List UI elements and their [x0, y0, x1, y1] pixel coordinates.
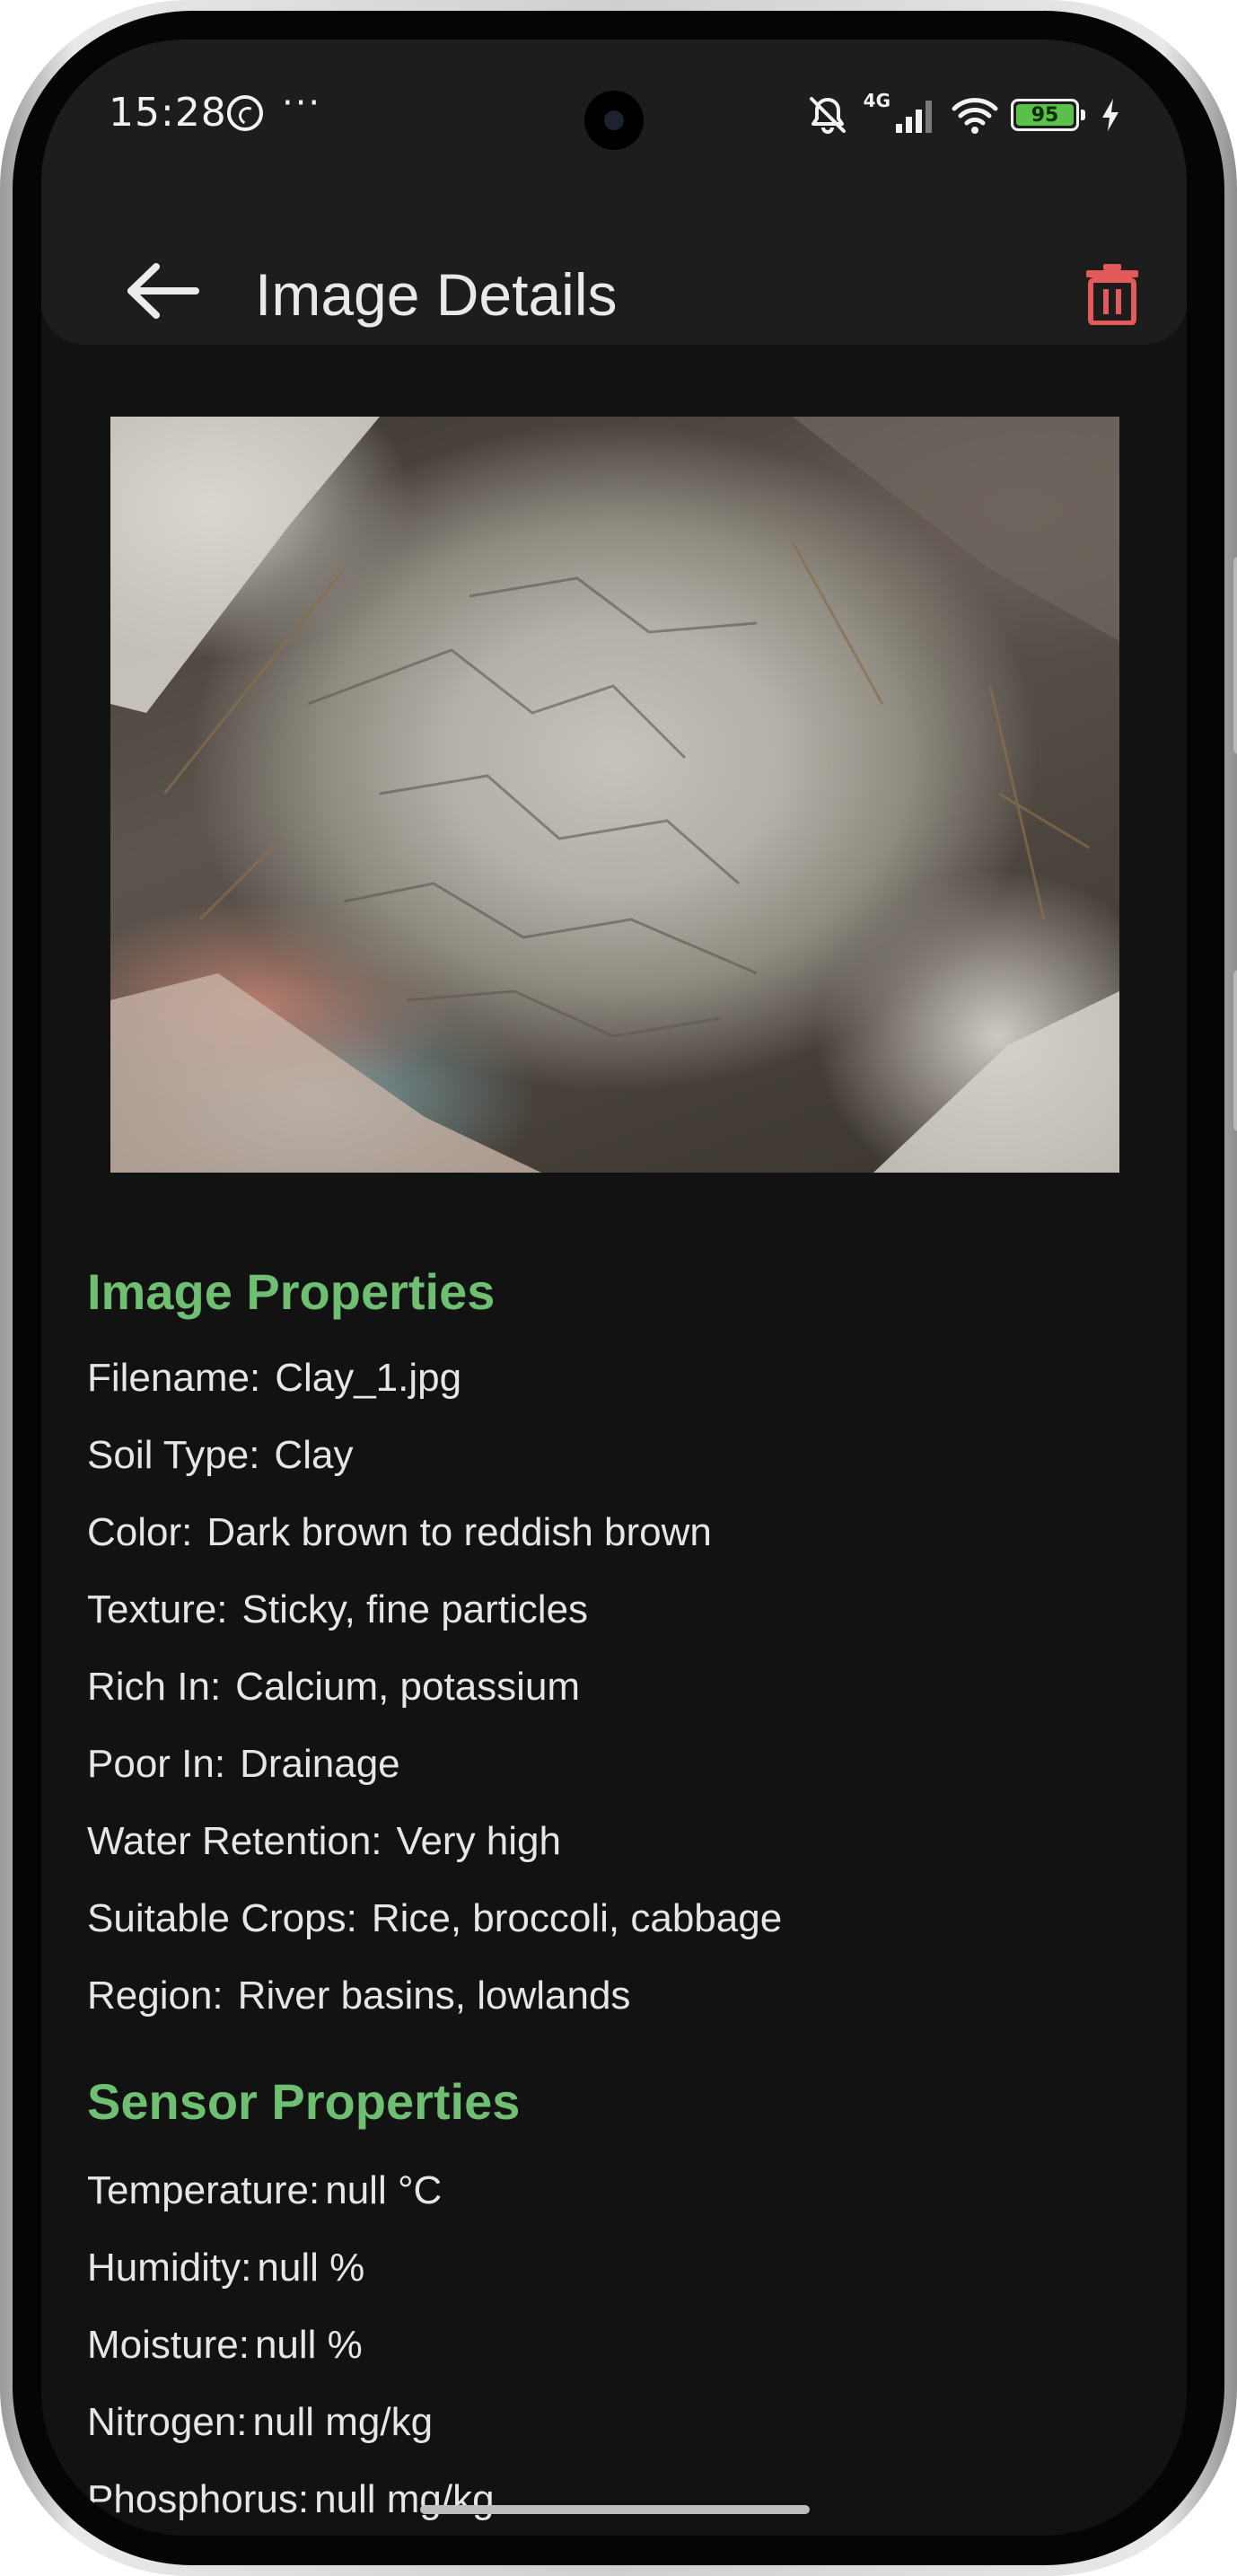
property-row: Phosphorus: null mg/kg — [87, 2461, 495, 2536]
property-label: Temperature: — [87, 2168, 320, 2212]
soil-photo — [110, 417, 1119, 1173]
property-label: Color: — [87, 1510, 193, 1554]
property-row: Nitrogen: null mg/kg — [87, 2384, 495, 2461]
sensor-properties-list: Temperature: null °C Humidity: null % Moistu… — [87, 2152, 495, 2536]
battery-level: 95 — [1016, 104, 1074, 127]
volume-button — [1233, 557, 1237, 754]
property-label: Phosphorus: — [87, 2477, 310, 2521]
property-value: Clay_1.jpg — [275, 1356, 462, 1400]
network-type: 4G — [863, 90, 890, 111]
trash-icon — [1086, 264, 1138, 325]
image-properties-list: Filename: Clay_1.jpg Soil Type: Clay Color: D… — [87, 1340, 782, 2035]
property-label: Rich In: — [87, 1665, 222, 1709]
property-row: Temperature: null °C — [87, 2152, 495, 2229]
property-value: null °C — [325, 2168, 443, 2212]
back-button[interactable] — [122, 255, 203, 327]
page-title: Image Details — [255, 261, 618, 328]
whatsapp-icon — [227, 95, 263, 131]
property-value: Clay — [274, 1433, 354, 1477]
property-label: Humidity: — [87, 2246, 252, 2290]
soil-texture — [110, 417, 1119, 1173]
power-button — [1233, 970, 1237, 1131]
property-label: Water Retention: — [87, 1819, 382, 1863]
property-row: Texture: Sticky, fine particles — [87, 1571, 782, 1648]
property-label: Nitrogen: — [87, 2400, 248, 2444]
top-app-bar: 15:28 ··· 4G 95 Image Details — [41, 40, 1187, 345]
screen: 15:28 ··· 4G 95 Image Details Image Prop… — [41, 40, 1187, 2536]
property-row: Color: Dark brown to reddish brown — [87, 1494, 782, 1571]
property-label: Region: — [87, 1974, 224, 2018]
image-properties-title: Image Properties — [87, 1263, 496, 1320]
property-value: Drainage — [240, 1742, 400, 1786]
property-label: Moisture: — [87, 2323, 250, 2367]
property-value: Calcium, potassium — [235, 1665, 581, 1709]
property-value: null mg/kg — [314, 2477, 495, 2521]
phone-frame: 15:28 ··· 4G 95 Image Details Image Prop… — [0, 0, 1237, 2576]
bell-muted-icon — [809, 97, 846, 134]
signal-icon — [896, 101, 932, 133]
property-value: Dark brown to reddish brown — [206, 1510, 712, 1554]
property-value: River basins, lowlands — [237, 1974, 631, 2018]
property-value: Rice, broccoli, cabbage — [371, 1896, 783, 1940]
property-label: Poor In: — [87, 1742, 226, 1786]
property-value: null % — [254, 2323, 363, 2367]
battery-indicator: 95 — [1011, 99, 1085, 131]
property-label: Suitable Crops: — [87, 1896, 357, 1940]
status-icons: 4G 95 — [804, 90, 1122, 140]
property-row: Soil Type: Clay — [87, 1417, 782, 1494]
arrow-left-icon — [127, 263, 199, 319]
property-value: Sticky, fine particles — [241, 1587, 589, 1631]
status-time: 15:28 — [109, 90, 227, 136]
property-row: Rich In: Calcium, potassium — [87, 1648, 782, 1726]
property-row: Suitable Crops: Rice, broccoli, cabbage — [87, 1880, 782, 1957]
property-row: Filename: Clay_1.jpg — [87, 1340, 782, 1417]
property-row: Region: River basins, lowlands — [87, 1957, 782, 2035]
property-row: Water Retention: Very high — [87, 1803, 782, 1880]
property-label: Texture: — [87, 1587, 228, 1631]
property-row: Moisture: null % — [87, 2307, 495, 2384]
status-more: ··· — [282, 83, 322, 124]
property-value: null % — [257, 2246, 365, 2290]
home-indicator[interactable] — [420, 2505, 810, 2514]
front-camera — [584, 91, 644, 150]
bolt-icon — [1102, 99, 1119, 131]
sensor-properties-title: Sensor Properties — [87, 2073, 521, 2130]
property-row: Poor In: Drainage — [87, 1726, 782, 1803]
property-row: Humidity: null % — [87, 2229, 495, 2307]
property-label: Soil Type: — [87, 1433, 260, 1477]
property-value: Very high — [396, 1819, 561, 1863]
delete-button[interactable] — [1072, 253, 1153, 334]
property-label: Filename: — [87, 1356, 261, 1400]
wifi-icon — [952, 98, 998, 134]
property-value: null mg/kg — [252, 2400, 434, 2444]
